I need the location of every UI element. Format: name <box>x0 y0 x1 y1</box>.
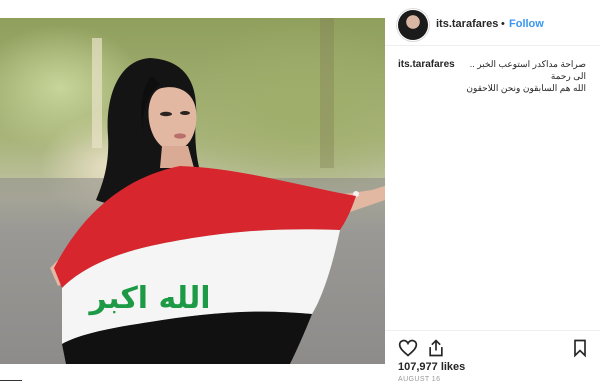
caption-username[interactable]: its.tarafares <box>398 59 455 71</box>
post-actions <box>398 338 590 358</box>
actions-divider <box>385 330 600 331</box>
photo-illustration: الله اكبر <box>0 18 385 364</box>
header-divider <box>385 45 600 46</box>
separator-dot: • <box>501 18 505 30</box>
bottom-rule <box>0 380 22 381</box>
heart-icon[interactable] <box>398 338 418 358</box>
post-username[interactable]: its.tarafares <box>436 18 498 30</box>
flag-takbir-text: الله اكبر <box>87 281 210 316</box>
profile-avatar[interactable] <box>398 10 428 40</box>
caption-line-2: الله هم السابقون ونحن اللاحقون <box>466 83 586 93</box>
instagram-post: الله اكبر its.tarafares • Follow its.tar… <box>0 0 600 386</box>
post-caption: its.tarafares صراحة مداكدر استوعب الخبر … <box>398 58 586 94</box>
like-count[interactable]: 107,977 likes <box>398 361 465 373</box>
post-photo[interactable]: الله اكبر <box>0 18 385 364</box>
share-icon[interactable] <box>426 338 446 358</box>
post-header: its.tarafares • Follow <box>398 10 600 42</box>
bookmark-icon[interactable] <box>570 338 590 358</box>
follow-button[interactable]: Follow <box>509 18 544 30</box>
post-date[interactable]: AUGUST 16 <box>398 376 440 383</box>
caption-line-1: صراحة مداكدر استوعب الخبر .. الى رحمة <box>469 59 586 81</box>
